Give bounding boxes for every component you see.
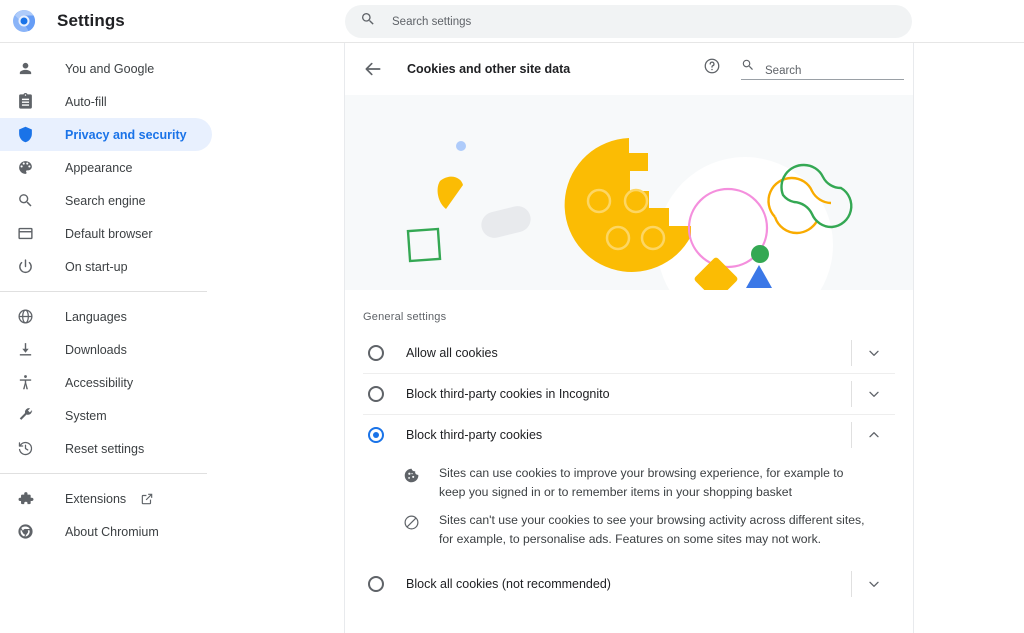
option-label: Block third-party cookies	[406, 428, 543, 442]
sidebar-item-on-start-up[interactable]: On start-up	[0, 250, 212, 283]
sidebar-item-you-and-google[interactable]: You and Google	[0, 52, 212, 85]
chromium-logo-icon	[12, 9, 36, 33]
sidebar-item-extensions[interactable]: Extensions	[0, 482, 212, 515]
chevron-down-icon[interactable]	[851, 570, 895, 597]
global-search-placeholder: Search settings	[392, 15, 472, 28]
clipboard-icon	[15, 92, 35, 112]
accessibility-icon	[15, 373, 35, 393]
sidebar-item-label: Search engine	[65, 193, 146, 208]
sidebar-item-label: Default browser	[65, 226, 153, 241]
description-row: Sites can use cookies to improve your br…	[363, 455, 895, 502]
search-icon	[360, 11, 376, 32]
cookie-illustration	[345, 95, 913, 290]
search-icon	[15, 191, 35, 211]
section-label: General settings	[363, 311, 447, 323]
shield-icon	[15, 125, 35, 145]
globe-icon	[15, 307, 35, 327]
download-icon	[15, 340, 35, 360]
top-bar: Settings Search settings	[0, 0, 1024, 43]
history-restore-icon	[15, 439, 35, 459]
sidebar-item-default-browser[interactable]: Default browser	[0, 217, 212, 250]
sidebar-divider	[0, 473, 207, 474]
sidebar-item-label: Auto-fill	[65, 94, 107, 109]
sidebar-item-label: Languages	[65, 309, 127, 324]
option-expanded-details: Sites can use cookies to improve your br…	[363, 455, 895, 563]
sidebar-item-label: Accessibility	[65, 375, 134, 390]
power-icon	[15, 257, 35, 277]
card-header-actions: Search	[703, 57, 904, 80]
cookie-icon	[401, 467, 421, 484]
block-icon	[401, 514, 421, 531]
sidebar-item-appearance[interactable]: Appearance	[0, 151, 212, 184]
chevron-down-icon[interactable]	[851, 339, 895, 366]
chevron-up-icon[interactable]	[851, 422, 895, 448]
description-text: Sites can use cookies to improve your br…	[439, 466, 844, 499]
sidebar-divider	[0, 291, 207, 292]
sidebar-item-label: On start-up	[65, 259, 128, 274]
sidebar-item-label: You and Google	[65, 61, 155, 76]
settings-page: Settings Search settings You and Google …	[0, 0, 1024, 633]
cookie-options-list: Allow all cookies Block third-party cook…	[345, 332, 913, 604]
sidebar-item-label: Extensions	[65, 491, 127, 506]
global-search-box[interactable]: Search settings	[345, 5, 912, 38]
card-search-placeholder: Search	[765, 64, 802, 77]
sidebar: You and Google Auto-fill Privacy and sec…	[0, 43, 218, 633]
sidebar-item-languages[interactable]: Languages	[0, 300, 212, 333]
back-arrow-icon[interactable]	[363, 59, 383, 79]
radio-button-selected[interactable]	[368, 427, 384, 443]
sidebar-item-downloads[interactable]: Downloads	[0, 333, 212, 366]
sidebar-item-search-engine[interactable]: Search engine	[0, 184, 212, 217]
help-circle-icon[interactable]	[703, 57, 721, 80]
radio-button[interactable]	[368, 344, 384, 361]
option-label: Block third-party cookies in Incognito	[406, 387, 610, 401]
radio-button[interactable]	[368, 575, 384, 592]
card-header: Cookies and other site data Search	[345, 43, 913, 95]
sidebar-item-privacy-and-security[interactable]: Privacy and security	[0, 118, 212, 151]
card-title: Cookies and other site data	[407, 62, 571, 76]
sidebar-item-about-chromium[interactable]: About Chromium	[0, 515, 212, 548]
sidebar-item-reset-settings[interactable]: Reset settings	[0, 432, 212, 465]
sidebar-item-label: System	[65, 408, 107, 423]
sidebar-item-label: Privacy and security	[65, 127, 187, 142]
brand: Settings	[0, 9, 125, 33]
sidebar-item-label: Downloads	[65, 342, 127, 357]
option-allow-all-cookies[interactable]: Allow all cookies	[363, 332, 895, 373]
palette-icon	[15, 158, 35, 178]
radio-button[interactable]	[368, 386, 384, 402]
sidebar-item-auto-fill[interactable]: Auto-fill	[0, 85, 212, 118]
option-block-third-party-cookies[interactable]: Block third-party cookies	[363, 414, 895, 455]
description-row: Sites can't use your cookies to see your…	[363, 502, 895, 549]
chevron-down-icon[interactable]	[851, 381, 895, 407]
card-search-input[interactable]: Search	[741, 58, 904, 80]
page-title: Settings	[57, 11, 125, 30]
description-text: Sites can't use your cookies to see your…	[439, 513, 865, 546]
sidebar-item-label: Appearance	[65, 160, 133, 175]
option-label: Block all cookies (not recommended)	[406, 576, 611, 591]
search-icon	[741, 58, 755, 77]
content-card: Cookies and other site data Search Gener…	[344, 43, 914, 633]
sidebar-item-accessibility[interactable]: Accessibility	[0, 366, 212, 399]
browser-window-icon	[15, 224, 35, 244]
option-block-all-cookies[interactable]: Block all cookies (not recommended)	[363, 563, 895, 604]
option-block-third-party-incognito[interactable]: Block third-party cookies in Incognito	[363, 373, 895, 414]
puzzle-piece-icon	[15, 489, 35, 509]
sidebar-item-label: About Chromium	[65, 524, 159, 539]
external-link-icon	[140, 492, 154, 506]
sidebar-item-label: Reset settings	[65, 441, 145, 456]
sidebar-item-system[interactable]: System	[0, 399, 212, 432]
chromium-logo-grey-icon	[15, 522, 35, 542]
person-icon	[15, 59, 35, 79]
wrench-icon	[15, 406, 35, 426]
option-label: Allow all cookies	[406, 345, 498, 360]
